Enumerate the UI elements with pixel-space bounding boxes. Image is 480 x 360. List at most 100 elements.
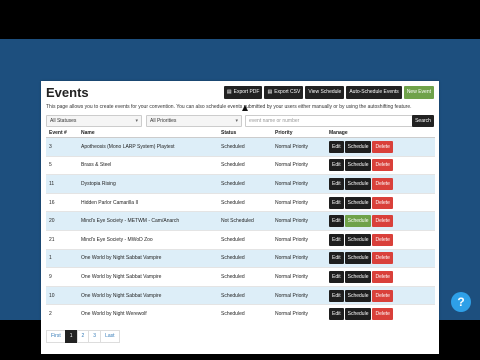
delete-button[interactable]: Delete xyxy=(372,270,393,283)
edit-button[interactable]: Edit xyxy=(329,308,344,321)
event-status-cell: Scheduled xyxy=(218,174,272,194)
event-number-cell: 10 xyxy=(46,285,78,305)
event-name-cell: Hidden Parlor Camarilla II xyxy=(78,192,218,212)
event-status-cell: Scheduled xyxy=(218,248,272,268)
priority-select-value: All Priorities xyxy=(150,118,177,124)
event-number-cell: 1 xyxy=(46,248,78,268)
manage-cell: Edit Schedule Delete xyxy=(326,192,435,212)
event-status-cell: Not Scheduled xyxy=(218,211,272,231)
table-row: 21 Mind's Eye Society - MWoD Zoo Scheduled… xyxy=(46,229,435,250)
column-header: Manage xyxy=(326,128,435,138)
file-icon: ▤ xyxy=(226,89,232,95)
delete-button[interactable]: Delete xyxy=(372,159,393,172)
event-name-cell: Brass & Steel xyxy=(78,155,218,175)
manage-cell: Edit Schedule Delete xyxy=(326,155,435,175)
search-input[interactable]: event name or number xyxy=(245,115,416,127)
edit-button[interactable]: Edit xyxy=(329,177,344,190)
table-row: 11 Dystopia Rising Scheduled Normal Priorit… xyxy=(46,174,435,194)
event-name-cell: Mind's Eye Society - MWoD Zoo xyxy=(78,229,218,250)
schedule-button[interactable]: Schedule xyxy=(344,177,372,190)
event-name-cell: One World by Night Werewolf xyxy=(78,304,218,323)
chevron-down-icon: ▾ xyxy=(235,118,238,124)
priority-select[interactable]: All Priorities ▾ xyxy=(146,115,242,127)
status-select-value: All Statuses xyxy=(50,118,77,124)
view-schedule-button[interactable]: View Schedule xyxy=(305,86,345,99)
delete-button[interactable]: Delete xyxy=(372,215,393,228)
table-row: 16 Hidden Parlor Camarilla II Scheduled Nor… xyxy=(46,192,435,212)
manage-cell: Edit Schedule Delete xyxy=(326,137,435,157)
manage-cell: Edit Schedule Delete xyxy=(326,174,435,194)
column-header[interactable]: Name xyxy=(78,128,218,138)
event-status-cell: Scheduled xyxy=(218,137,272,157)
schedule-button[interactable]: Schedule xyxy=(344,159,372,172)
table-row: 5 Brass & Steel Scheduled Normal Priority Ed… xyxy=(46,155,435,175)
event-number-cell: 16 xyxy=(46,192,78,212)
delete-button[interactable]: Delete xyxy=(372,196,393,209)
edit-button[interactable]: Edit xyxy=(329,289,344,302)
auto-schedule-button[interactable]: Auto-Schedule Events xyxy=(346,86,402,99)
search-button[interactable]: Search xyxy=(412,115,434,127)
manage-cell: Edit Schedule Delete xyxy=(326,267,435,287)
export-csv-button[interactable]: ▤ Export CSV xyxy=(264,86,304,99)
event-status-cell: Scheduled xyxy=(218,155,272,175)
export-pdf-button[interactable]: ▤ Export PDF xyxy=(223,86,263,99)
event-status-cell: Scheduled xyxy=(218,192,272,212)
page-description: This page allows you to create events fo… xyxy=(46,104,412,110)
help-button[interactable]: ? xyxy=(451,292,471,312)
table-row: 2 One World by Night Werewolf Scheduled Nor… xyxy=(46,304,435,323)
edit-button[interactable]: Edit xyxy=(329,159,344,172)
event-name-cell: One World by Night Sabbat Vampire xyxy=(78,248,218,268)
manage-cell: Edit Schedule Delete xyxy=(326,229,435,250)
event-priority-cell: Normal Priority xyxy=(272,192,326,212)
manage-cell: Edit Schedule Delete xyxy=(326,248,435,268)
column-header[interactable]: Priority xyxy=(272,128,326,138)
export-pdf-label: Export PDF xyxy=(233,89,260,95)
table-row: 3 Apotheosis (Mono LARP System) Playtest S… xyxy=(46,137,435,157)
page-last[interactable]: Last xyxy=(100,330,120,343)
event-priority-cell: Normal Priority xyxy=(272,267,326,287)
delete-button[interactable]: Delete xyxy=(372,289,393,302)
manage-cell: Edit Schedule Delete xyxy=(326,211,435,231)
event-number-cell: 9 xyxy=(46,267,78,287)
mouse-cursor-icon xyxy=(242,105,248,111)
delete-button[interactable]: Delete xyxy=(372,233,393,246)
delete-button[interactable]: Delete xyxy=(372,140,393,153)
schedule-button[interactable]: Schedule xyxy=(344,308,372,321)
delete-button[interactable]: Delete xyxy=(372,308,393,321)
schedule-button[interactable]: Schedule xyxy=(344,270,372,283)
schedule-button[interactable]: Schedule xyxy=(344,196,372,209)
table-row: 9 One World by Night Sabbat Vampire Schedu… xyxy=(46,267,435,287)
edit-button[interactable]: Edit xyxy=(329,233,344,246)
toolbar: ▤ Export PDF ▤ Export CSV View Schedule Au… xyxy=(223,86,434,99)
page-first[interactable]: First xyxy=(46,330,66,343)
schedule-button[interactable]: Schedule xyxy=(344,252,372,265)
schedule-button[interactable]: Schedule xyxy=(344,233,372,246)
column-header[interactable]: Status xyxy=(218,128,272,138)
schedule-button[interactable]: Schedule xyxy=(344,289,372,302)
column-header[interactable]: Event # xyxy=(46,128,78,138)
schedule-button[interactable]: Schedule xyxy=(344,140,372,153)
edit-button[interactable]: Edit xyxy=(329,215,344,228)
table-header-row: Event # Name Status Priority Manage xyxy=(46,128,435,138)
events-table: Event # Name Status Priority Manage 3 Apo… xyxy=(46,128,435,323)
delete-button[interactable]: Delete xyxy=(372,177,393,190)
event-name-cell: One World by Night Sabbat Vampire xyxy=(78,267,218,287)
event-status-cell: Scheduled xyxy=(218,267,272,287)
event-priority-cell: Normal Priority xyxy=(272,248,326,268)
event-number-cell: 20 xyxy=(46,211,78,231)
manage-cell: Edit Schedule Delete xyxy=(326,285,435,305)
edit-button[interactable]: Edit xyxy=(329,196,344,209)
edit-button[interactable]: Edit xyxy=(329,270,344,283)
export-csv-label: Export CSV xyxy=(274,89,301,95)
edit-button[interactable]: Edit xyxy=(329,252,344,265)
event-number-cell: 3 xyxy=(46,137,78,157)
event-name-cell: Dystopia Rising xyxy=(78,174,218,194)
pagination: First 1 2 3 Last xyxy=(46,330,120,343)
schedule-button[interactable]: Schedule xyxy=(344,215,372,228)
delete-button[interactable]: Delete xyxy=(372,252,393,265)
status-select[interactable]: All Statuses ▾ xyxy=(46,115,142,127)
event-priority-cell: Normal Priority xyxy=(272,229,326,250)
new-event-button[interactable]: New Event xyxy=(403,86,434,99)
filter-bar: All Statuses ▾ All Priorities ▾ event na… xyxy=(46,115,434,127)
edit-button[interactable]: Edit xyxy=(329,140,344,153)
